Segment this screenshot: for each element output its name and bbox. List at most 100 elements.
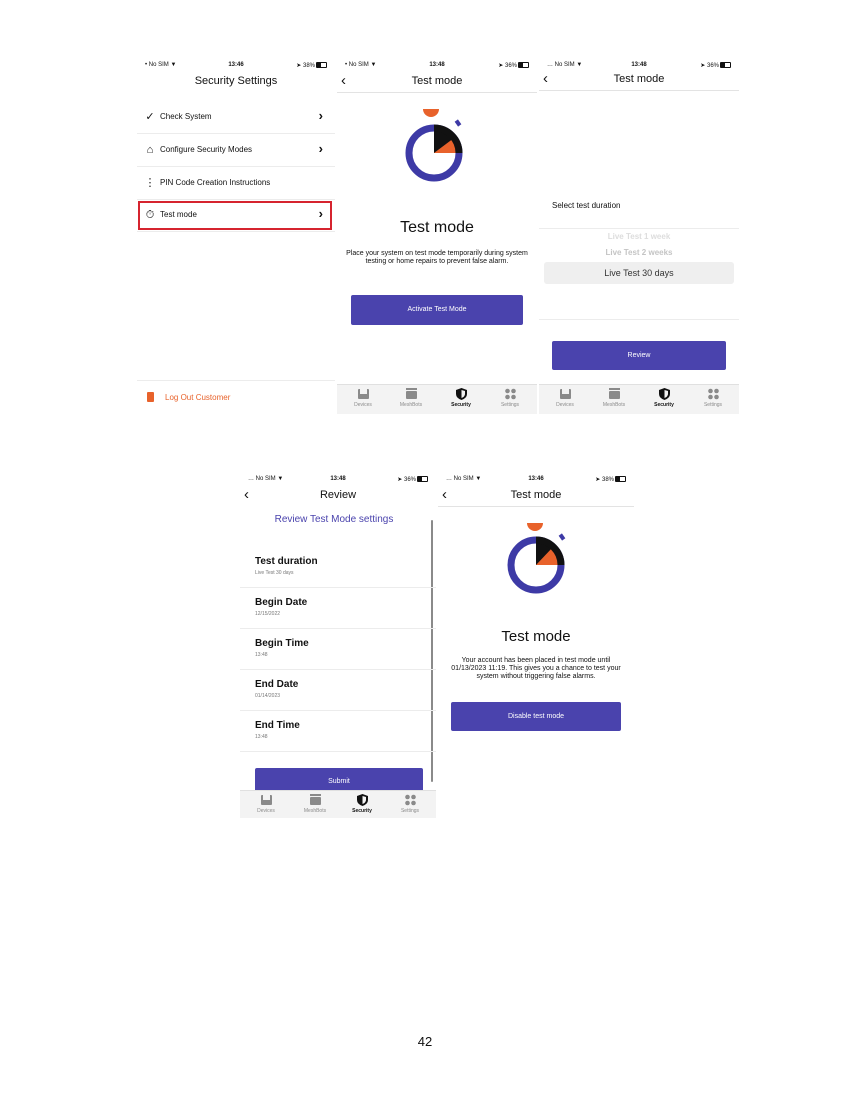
home-shield-icon: ⌂: [146, 144, 154, 156]
meshbots-icon: [309, 794, 321, 805]
shield-icon: [658, 388, 670, 400]
nav-bar: Security Settings: [137, 72, 335, 92]
list-item-configure-security-modes[interactable]: ⌂ Configure Security Modes ›: [137, 134, 335, 167]
field-value: 01/14/2023: [255, 693, 281, 699]
status-right: ➤ 38%: [595, 476, 626, 483]
battery-text: 36%: [403, 477, 416, 483]
screen-test-mode-intro: • No SIM ▼ 13:48 ➤ 36% ‹ Test mode Test …: [337, 58, 537, 414]
battery-icon: [417, 476, 428, 482]
devices-icon: [260, 795, 272, 805]
screen-security-settings: • No SIM ▼ 13:46 ➤ 38% Security Settings…: [137, 58, 335, 414]
duration-picker[interactable]: Live Test 1 week Live Test 2 weeks Live …: [539, 228, 739, 320]
field-label: Test duration: [255, 556, 318, 567]
list-item-check-system[interactable]: ✓ Check System ›: [137, 101, 335, 134]
battery-text: 36%: [706, 63, 719, 69]
field-value: 13:48: [255, 652, 268, 658]
logout-icon: [147, 392, 154, 402]
list-item-pin-code-instructions[interactable]: ⋮ PIN Code Creation Instructions: [137, 167, 335, 200]
tab-security[interactable]: Security: [441, 388, 481, 408]
status-right: ➤ 36%: [700, 62, 731, 69]
battery-icon: [316, 62, 327, 68]
review-button[interactable]: Review: [552, 341, 726, 370]
shield-icon: [455, 388, 467, 400]
disable-test-mode-button[interactable]: Disable test mode: [451, 702, 621, 731]
location-icon: ➤: [296, 63, 302, 69]
tab-label: MeshBots: [602, 402, 626, 408]
tab-label: Devices: [354, 402, 372, 408]
tab-settings[interactable]: Settings: [490, 388, 530, 408]
tab-devices[interactable]: Devices: [343, 388, 383, 408]
review-field-begin-time: Begin Time 13:48: [240, 628, 436, 670]
nav-bar: ‹ Review: [240, 486, 436, 506]
stopwatch-illustration-icon: [405, 109, 463, 182]
tab-devices[interactable]: Devices: [246, 794, 286, 814]
tab-security[interactable]: Security: [342, 794, 382, 814]
settings-dots-icon: [504, 388, 516, 400]
nav-bar: ‹ Test mode: [539, 70, 739, 91]
nav-bar: ‹ Test mode: [337, 72, 537, 93]
activate-test-mode-button[interactable]: Activate Test Mode: [351, 295, 523, 325]
status-bar: … No SIM ▼ 13:46 ➤ 38%: [438, 472, 634, 486]
tab-meshbots[interactable]: MeshBots: [594, 388, 634, 408]
logout-button[interactable]: Log Out Customer: [137, 380, 335, 414]
check-system-icon: ✓: [145, 111, 155, 123]
battery-text: 38%: [601, 477, 614, 483]
status-right: ➤ 38%: [296, 62, 327, 69]
picker-option[interactable]: Live Test 2 weeks: [539, 248, 739, 257]
page-title: Test mode: [411, 75, 463, 87]
page-number: 42: [417, 1034, 433, 1049]
status-bar: • No SIM ▼ 13:48 ➤ 36%: [337, 58, 537, 72]
tab-label: Devices: [257, 808, 275, 814]
tab-label: Security: [451, 402, 471, 408]
devices-icon: [559, 389, 571, 399]
tab-meshbots[interactable]: MeshBots: [295, 794, 335, 814]
location-icon: ➤: [700, 63, 706, 69]
battery-icon: [615, 476, 626, 482]
tab-security[interactable]: Security: [644, 388, 684, 408]
test-mode-heading: Test mode: [400, 219, 474, 236]
tab-label: Security: [654, 402, 674, 408]
field-value: Live Test 30 days: [255, 570, 294, 576]
field-label: End Date: [255, 679, 299, 690]
test-mode-description: Place your system on test mode temporari…: [346, 250, 528, 265]
tab-label: Settings: [400, 808, 420, 814]
meshbots-icon: [405, 388, 417, 399]
submit-button[interactable]: Submit: [255, 768, 423, 792]
list-item-label: PIN Code Creation Instructions: [160, 178, 271, 187]
page-title: Security Settings: [194, 75, 278, 87]
pin-pad-icon: ⋮: [144, 177, 156, 189]
select-duration-label: Select test duration: [552, 201, 621, 210]
field-label: End Time: [255, 720, 300, 731]
picker-option-selected[interactable]: Live Test 30 days: [544, 262, 734, 284]
status-bar: • No SIM ▼ 13:46 ➤ 38%: [137, 58, 335, 72]
tab-label: Settings: [500, 402, 520, 408]
status-right: ➤ 36%: [498, 62, 529, 69]
page-title: Test mode: [510, 489, 562, 501]
tab-label: MeshBots: [303, 808, 327, 814]
field-label: Begin Date: [255, 597, 308, 608]
screen-review: … No SIM ▼ 13:48 ➤ 36% ‹ Review Review T…: [240, 472, 436, 818]
screen-select-duration: … No SIM ▼ 13:48 ➤ 36% ‹ Test mode Selec…: [539, 58, 739, 414]
page-title: Test mode: [613, 73, 665, 85]
picker-option[interactable]: Live Test 1 week: [539, 232, 739, 241]
chevron-right-icon: ›: [318, 108, 323, 123]
test-mode-highlight: [138, 201, 332, 230]
review-field-end-date: End Date 01/14/2023: [240, 669, 436, 711]
page-title: Review: [319, 489, 357, 501]
nav-bar: ‹ Test mode: [438, 486, 634, 507]
tab-label: MeshBots: [399, 402, 423, 408]
review-section-title: Review Test Mode settings: [274, 514, 394, 525]
list-item-label: Configure Security Modes: [160, 145, 253, 154]
status-bar: … No SIM ▼ 13:48 ➤ 36%: [240, 472, 436, 486]
tab-settings[interactable]: Settings: [693, 388, 733, 408]
tab-settings[interactable]: Settings: [390, 794, 430, 814]
shield-icon: [356, 794, 368, 806]
battery-text: 36%: [504, 63, 517, 69]
field-value: 12/15/2022: [255, 611, 281, 617]
tab-bar: Devices MeshBots Security Settings: [337, 384, 537, 414]
status-right: ➤ 36%: [397, 476, 428, 483]
review-field-begin-date: Begin Date 12/15/2022: [240, 587, 436, 629]
tab-devices[interactable]: Devices: [545, 388, 585, 408]
tab-label: Settings: [703, 402, 723, 408]
tab-meshbots[interactable]: MeshBots: [391, 388, 431, 408]
